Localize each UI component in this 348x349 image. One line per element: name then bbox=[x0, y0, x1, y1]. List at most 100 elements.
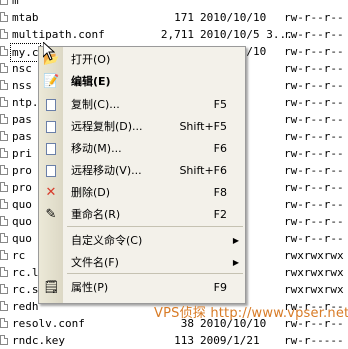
file-name: redh bbox=[12, 300, 39, 313]
menu-item-delete[interactable]: ✕ 删除(D) F8 bbox=[39, 182, 245, 204]
file-name: quo bbox=[12, 198, 32, 211]
file-permissions: rw-r--r-- bbox=[284, 79, 344, 92]
menu-item-custom-command[interactable]: 自定义命令(C) ▶ bbox=[39, 230, 245, 252]
file-icon bbox=[0, 216, 8, 226]
file-name: pro bbox=[12, 181, 32, 194]
file-name: m bbox=[12, 0, 19, 7]
file-icon bbox=[0, 80, 8, 90]
menu-item-label: 属性(P) bbox=[71, 281, 109, 294]
properties-icon: 🗒 bbox=[43, 280, 60, 295]
file-permissions: rwxrwxrwx bbox=[284, 249, 344, 262]
file-size: 171 bbox=[174, 11, 194, 24]
menu-item-label: 删除(D) bbox=[71, 186, 111, 199]
file-permissions: rw-r--r-- bbox=[284, 147, 344, 160]
remote-move-icon bbox=[43, 163, 59, 179]
file-permissions: rw-r--r-- bbox=[284, 181, 344, 194]
file-icon bbox=[0, 335, 8, 345]
file-row[interactable]: m bbox=[0, 0, 348, 9]
menu-item-label: 文件名(F) bbox=[71, 256, 119, 269]
menu-item-shortcut: F8 bbox=[213, 186, 227, 199]
file-permissions: rw-r--r-- bbox=[284, 198, 344, 211]
file-row[interactable]: rndc.key 113 2009/1/21 rw-r----- bbox=[0, 332, 348, 349]
menu-item-copy[interactable]: 复制(C)... F5 bbox=[39, 94, 245, 116]
move-icon bbox=[43, 141, 59, 157]
file-icon bbox=[0, 63, 8, 73]
watermark-text: VPS侦探 http://www.vpser.net/ bbox=[154, 306, 348, 321]
menu-item-shortcut: Shift+F5 bbox=[179, 120, 227, 133]
file-icon bbox=[0, 97, 8, 107]
file-name: pas bbox=[12, 130, 32, 143]
file-date: 2010/10/10 bbox=[200, 11, 267, 24]
file-icon bbox=[0, 46, 8, 56]
menu-item-label: 重命名(R) bbox=[71, 208, 121, 221]
file-icon bbox=[0, 12, 8, 22]
file-name: pas bbox=[12, 113, 32, 126]
file-name: ntp. bbox=[12, 96, 39, 109]
file-permissions: rw-r--r-- bbox=[284, 96, 344, 109]
menu-item-move[interactable]: 移动(M)... F6 bbox=[39, 138, 245, 160]
file-name: rc.l bbox=[12, 266, 39, 279]
menu-item-rename[interactable]: ✎ 重命名(R) F2 bbox=[39, 204, 245, 226]
file-icon bbox=[0, 267, 8, 277]
file-size: 2,711 bbox=[160, 28, 194, 41]
file-size: 113 bbox=[174, 334, 194, 347]
menu-item-remote-copy[interactable]: 远程复制(D)... Shift+F5 bbox=[39, 116, 245, 138]
file-icon bbox=[0, 301, 8, 311]
file-name: quo bbox=[12, 232, 32, 245]
menu-item-shortcut: F6 bbox=[213, 142, 227, 155]
menu-item-shortcut: Shift+F6 bbox=[179, 164, 227, 177]
menu-item-label: 编辑(E) bbox=[71, 75, 111, 88]
rename-icon: ✎ bbox=[45, 207, 57, 222]
file-name: quo bbox=[12, 215, 32, 228]
file-name: rndc.key bbox=[12, 334, 65, 347]
submenu-arrow-icon: ▶ bbox=[232, 236, 239, 245]
file-icon bbox=[0, 148, 8, 158]
file-row[interactable]: mtab 171 2010/10/10 rw-r--r-- bbox=[0, 9, 348, 26]
file-permissions: rw-r--r-- bbox=[284, 11, 344, 24]
file-name: mtab bbox=[12, 11, 39, 24]
file-permissions: rw-r--r-- bbox=[284, 215, 344, 228]
file-name: nsc bbox=[12, 62, 32, 75]
file-icon bbox=[0, 199, 8, 209]
file-name: rc.s bbox=[12, 283, 39, 296]
file-icon bbox=[0, 250, 8, 260]
menu-item-shortcut: F5 bbox=[213, 98, 227, 111]
menu-item-filename[interactable]: 文件名(F) ▶ bbox=[39, 252, 245, 274]
file-permissions: rw-r--r-- bbox=[284, 45, 344, 58]
context-menu: 📂打开(O) 📝 编辑(E) 复制(C)... F5 远程复制(D)... Shift+F5… bbox=[38, 46, 246, 304]
file-permissions: rw-r----- bbox=[284, 334, 344, 347]
file-permissions: rw-r--r-- bbox=[284, 113, 344, 126]
file-row[interactable]: multipath.conf 2,711 2010/10/5 3... rw-r--r… bbox=[0, 26, 348, 43]
menu-item-label: 打开(O) bbox=[71, 53, 111, 66]
menu-item-remote-move[interactable]: 远程移动(V)... Shift+F6 bbox=[39, 160, 245, 182]
mouse-pointer-icon bbox=[43, 42, 55, 61]
menu-item-open-folder[interactable]: 📂打开(O) bbox=[39, 49, 245, 71]
file-permissions: rwxrwxrwx bbox=[284, 266, 344, 279]
file-icon bbox=[0, 131, 8, 141]
file-permissions: rw-r--r-- bbox=[284, 28, 344, 41]
menu-item-label: 移动(M)... bbox=[71, 142, 122, 155]
menu-item-label: 自定义命令(C) bbox=[71, 234, 143, 247]
file-name: pro bbox=[12, 164, 32, 177]
file-icon bbox=[0, 284, 8, 294]
file-permissions: rwxrwxrwx bbox=[284, 283, 344, 296]
menu-item-edit[interactable]: 📝 编辑(E) bbox=[39, 71, 245, 93]
edit-icon: 📝 bbox=[43, 74, 60, 89]
delete-icon: ✕ bbox=[45, 185, 57, 200]
menu-item-label: 远程移动(V)... bbox=[71, 164, 142, 177]
file-name: nss bbox=[12, 79, 32, 92]
file-date: 2010/10/5 3... bbox=[200, 28, 293, 41]
file-name: pri bbox=[12, 147, 32, 160]
file-permissions: rw-r--r-- bbox=[284, 164, 344, 177]
menu-separator bbox=[67, 226, 243, 227]
file-name: resolv.conf bbox=[12, 317, 85, 330]
menu-item-properties[interactable]: 🗒 属性(P) F9 bbox=[39, 277, 245, 299]
file-icon bbox=[0, 0, 8, 5]
file-icon bbox=[0, 182, 8, 192]
file-icon bbox=[0, 165, 8, 175]
file-icon bbox=[0, 29, 8, 39]
file-permissions: rw-r--r-- bbox=[284, 62, 344, 75]
remote-copy-icon bbox=[43, 119, 59, 135]
file-permissions: rw-r--r-- bbox=[284, 232, 344, 245]
file-icon bbox=[0, 114, 8, 124]
